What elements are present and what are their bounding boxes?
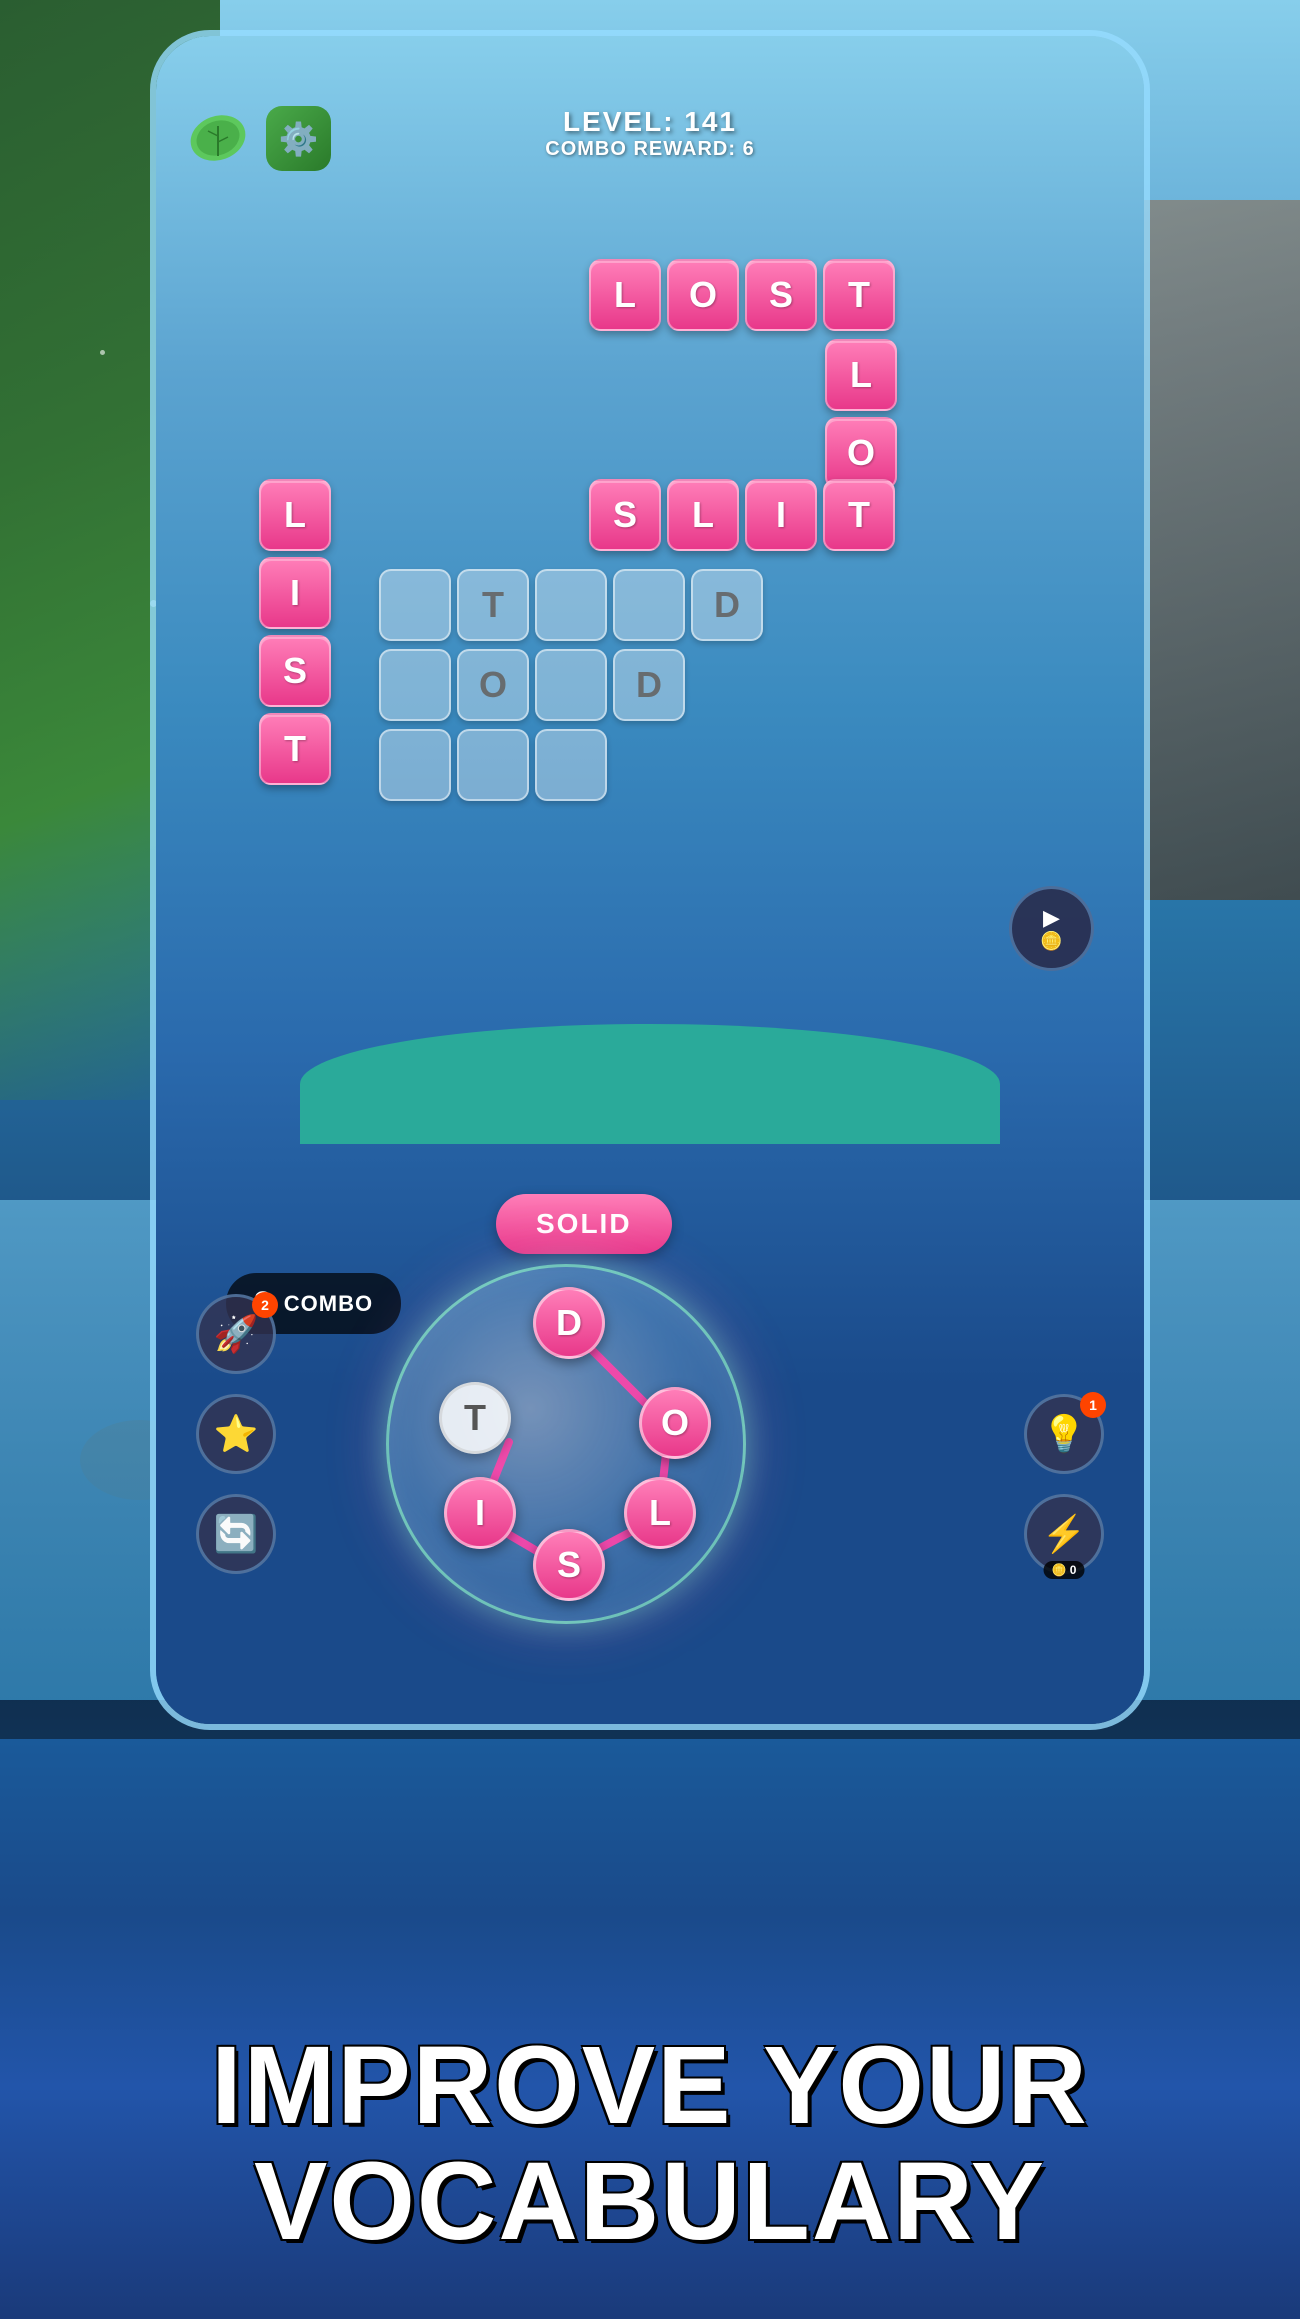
grid-empty-5 [535, 649, 607, 721]
teal-wave-bump [300, 1024, 1000, 1144]
grid-D1: D [691, 569, 763, 641]
hint-badge: 1 [1080, 1392, 1106, 1418]
tile-I2: I [259, 557, 331, 629]
tile-S2: S [589, 479, 661, 551]
combo-label: COMBO [284, 1291, 373, 1317]
right-col-lo: L O [822, 336, 900, 492]
wheel-letter-L[interactable]: L [624, 1477, 696, 1549]
gear-icon: ⚙️ [279, 120, 319, 158]
grid-empty-7 [457, 729, 529, 801]
grid-row-3 [376, 726, 610, 804]
lightbulb-icon: 💡 [1042, 1413, 1087, 1455]
hint-button[interactable]: 💡 1 [1024, 1394, 1104, 1474]
rocket-badge: 2 [252, 1292, 278, 1318]
solid-label: SOLID [496, 1194, 672, 1254]
phone-inner: ⚙️ LEVEL: 141 COMBO REWARD: 6 L O S T L … [156, 36, 1144, 1724]
tile-S1: S [745, 259, 817, 331]
word-lost: L O S T [586, 256, 898, 334]
wheel-letter-I[interactable]: I [444, 1477, 516, 1549]
grid-empty-3 [613, 569, 685, 641]
lightning-icon: ⚡ [1042, 1513, 1087, 1555]
grid-empty-6 [379, 729, 451, 801]
tile-I1: I [745, 479, 817, 551]
word-slit: S L I T [586, 476, 898, 554]
game-header: ⚙️ LEVEL: 141 COMBO REWARD: 6 [156, 76, 1144, 161]
wheel-letter-D[interactable]: D [533, 1287, 605, 1359]
lightning-button[interactable]: ⚡ 🪙 0 [1024, 1494, 1104, 1574]
grid-row-1: T D [376, 566, 766, 644]
leaf-button[interactable] [186, 106, 251, 171]
star-button[interactable]: ⭐ [196, 1394, 276, 1474]
level-info: LEVEL: 141 COMBO REWARD: 6 [545, 106, 754, 161]
bottom-banner: IMPROVE YOUR VOCABULARY [0, 1739, 1300, 2319]
wheel-letter-T[interactable]: T [439, 1382, 511, 1454]
tile-S3: S [259, 635, 331, 707]
grid-row-2: O D [376, 646, 688, 724]
grid-D2: D [613, 649, 685, 721]
right-icons-group: 💡 1 ⚡ 🪙 0 [1024, 1394, 1104, 1574]
wheel-circle: D O L S I T [386, 1264, 746, 1624]
phone-frame: ⚙️ LEVEL: 141 COMBO REWARD: 6 L O S T L … [150, 30, 1150, 1730]
combo-reward-label: COMBO REWARD: 6 [545, 138, 754, 161]
letter-wheel[interactable]: D O L S I T [386, 1264, 746, 1624]
grid-empty-4 [379, 649, 451, 721]
wheel-letter-O[interactable]: O [639, 1387, 711, 1459]
tile-T1: T [823, 259, 895, 331]
grid-empty-1 [379, 569, 451, 641]
grid-T: T [457, 569, 529, 641]
sparkle-2 [100, 350, 105, 355]
coin-icon: 🪙 [1040, 931, 1062, 952]
refresh-button[interactable]: 🔄 [196, 1494, 276, 1574]
tile-L3: L [259, 479, 331, 551]
bottom-text: IMPROVE YOUR VOCABULARY [211, 2028, 1089, 2259]
tile-L-right: L [825, 339, 897, 411]
word-list-col: L I S T [256, 476, 334, 788]
refresh-icon: 🔄 [214, 1513, 259, 1555]
lightning-counter: 🪙 0 [1044, 1561, 1085, 1579]
wheel-letter-S[interactable]: S [533, 1529, 605, 1601]
tile-L2: L [667, 479, 739, 551]
settings-button[interactable]: ⚙️ [266, 106, 331, 171]
tile-O1: O [667, 259, 739, 331]
video-play-icon: ▶ [1043, 905, 1060, 931]
rocket-boost-button[interactable]: 🚀 2 [196, 1294, 276, 1374]
tile-T3: T [259, 713, 331, 785]
tile-T2: T [823, 479, 895, 551]
video-coin-button[interactable]: ▶ 🪙 [1009, 886, 1094, 971]
left-icons-group: 🚀 2 ⭐ 🔄 [196, 1294, 276, 1574]
star-icon: ⭐ [214, 1413, 259, 1455]
app-background: ⚙️ LEVEL: 141 COMBO REWARD: 6 L O S T L … [0, 0, 1300, 2319]
rocket-icon: 🚀 [214, 1313, 259, 1355]
improve-line2: VOCABULARY [211, 2144, 1089, 2260]
grid-empty-8 [535, 729, 607, 801]
grid-O2: O [457, 649, 529, 721]
improve-line1: IMPROVE YOUR [211, 2028, 1089, 2144]
tile-L1: L [589, 259, 661, 331]
level-label: LEVEL: 141 [545, 106, 754, 138]
grid-empty-2 [535, 569, 607, 641]
